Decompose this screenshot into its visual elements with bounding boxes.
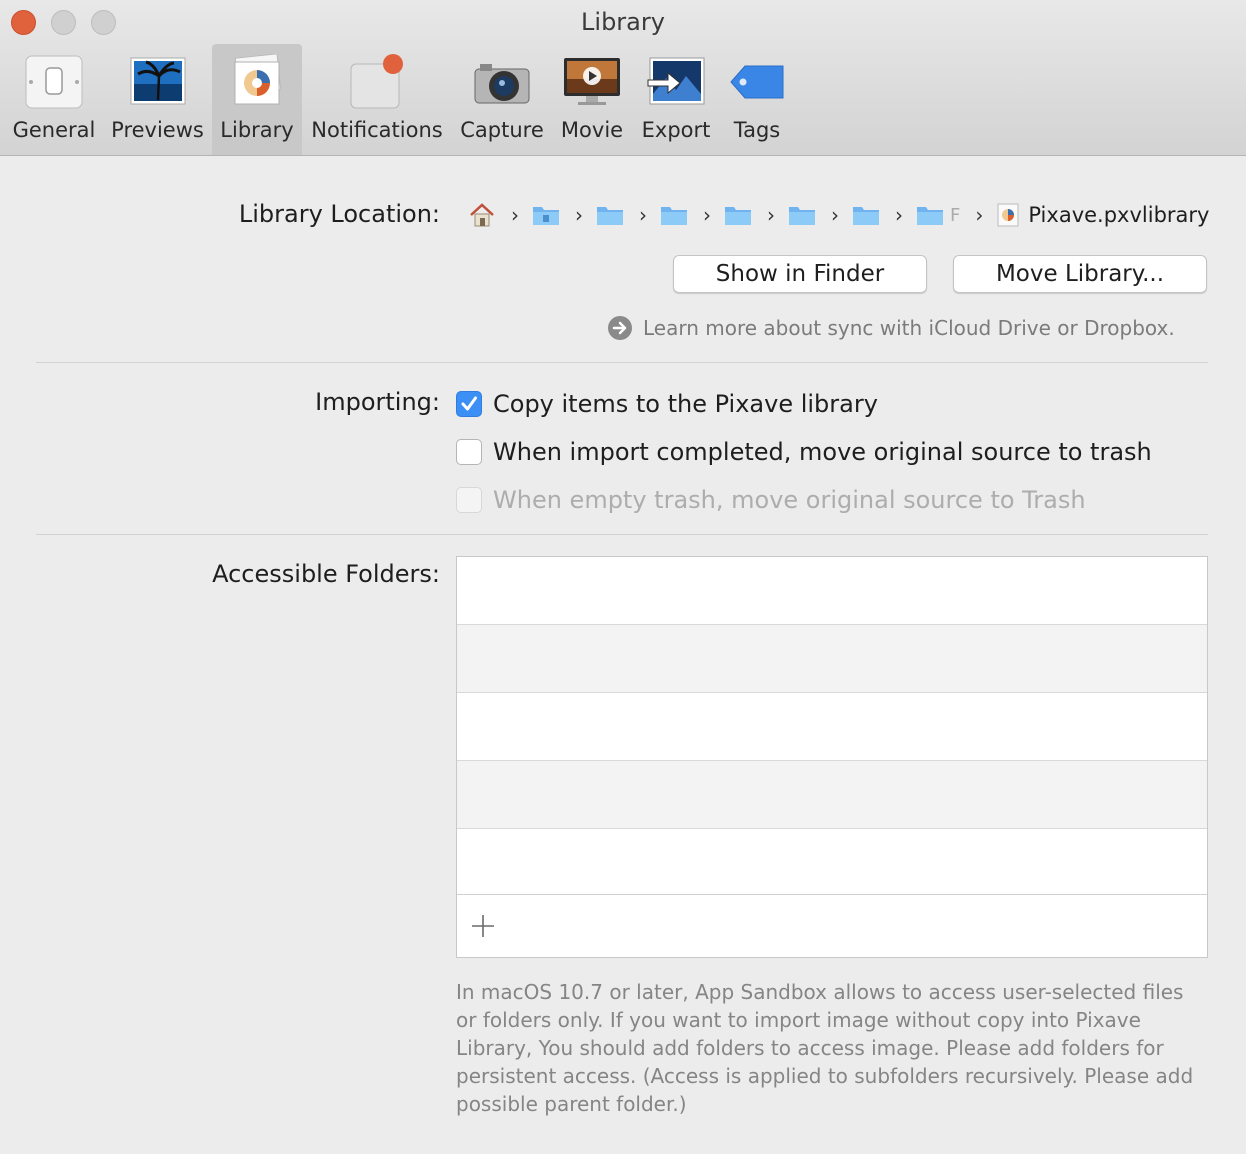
move-to-trash-option[interactable]: When import completed, move original sou… [456, 438, 1152, 466]
section-divider [36, 362, 1208, 363]
move-to-trash-checkbox[interactable] [456, 439, 482, 465]
list-footer [457, 894, 1207, 957]
folder-icon [917, 207, 943, 225]
chevron-right-icon: › [703, 203, 711, 227]
folder-icon [725, 207, 751, 225]
tab-notifications-label: Notifications [311, 118, 443, 142]
sandbox-note: In macOS 10.7 or later, App Sandbox allo… [456, 980, 1194, 1116]
empty-trash-option: When empty trash, move original source t… [456, 486, 1086, 514]
tag-icon [730, 65, 784, 99]
learn-more-link[interactable]: Learn more about sync with iCloud Drive … [607, 315, 1175, 341]
window-toolbar: Library General Previews Library Notific… [0, 0, 1246, 156]
folder-icon [661, 207, 687, 225]
export-image-icon [647, 57, 705, 105]
move-library-button[interactable]: Move Library... [953, 255, 1207, 293]
chevron-right-icon: › [975, 203, 984, 227]
tab-library-label: Library [220, 118, 294, 142]
tab-movie[interactable]: Movie [556, 44, 628, 155]
library-file-name: Pixave.pxvlibrary [1028, 203, 1210, 227]
tab-capture-label: Capture [460, 118, 544, 142]
list-row [457, 829, 1207, 897]
accessible-folders-list[interactable] [456, 556, 1208, 958]
switch-icon [25, 55, 83, 109]
folder-icon [853, 207, 879, 225]
copy-items-option[interactable]: Copy items to the Pixave library [456, 390, 878, 418]
library-path-control[interactable]: › › › › › › › F › Pixave.pxvlibrary [468, 200, 1209, 230]
copy-items-label: Copy items to the Pixave library [493, 390, 878, 418]
tab-tags-label: Tags [733, 118, 781, 142]
importing-label: Importing: [315, 388, 440, 416]
chevron-right-icon: › [767, 203, 775, 227]
package-icon [997, 203, 1019, 227]
empty-trash-checkbox [456, 487, 482, 513]
empty-trash-label: When empty trash, move original source t… [493, 486, 1086, 514]
window-title: Library [581, 8, 665, 36]
section-divider [36, 534, 1208, 535]
tab-export[interactable]: Export [636, 44, 716, 155]
chevron-right-icon: › [511, 203, 519, 227]
list-row [457, 693, 1207, 761]
list-row [457, 557, 1207, 625]
tab-previews-label: Previews [111, 118, 204, 142]
tab-notifications[interactable]: Notifications [308, 44, 446, 155]
home-icon [470, 203, 494, 227]
truncated-path-text: F [950, 204, 961, 226]
tab-library[interactable]: Library [212, 44, 302, 155]
list-row [457, 625, 1207, 693]
tab-movie-label: Movie [560, 118, 624, 142]
copy-items-checkbox[interactable] [456, 391, 482, 417]
chevron-right-icon: › [895, 203, 903, 227]
chevron-right-icon: › [831, 203, 839, 227]
learn-more-text: Learn more about sync with iCloud Drive … [643, 316, 1175, 340]
folder-icon [597, 207, 623, 225]
user-folder-icon [533, 207, 559, 225]
move-to-trash-label: When import completed, move original sou… [493, 438, 1152, 466]
tab-general[interactable]: General [8, 44, 100, 155]
movie-monitor-icon [564, 58, 620, 105]
list-row [457, 761, 1207, 829]
chevron-right-icon: › [639, 203, 647, 227]
tab-tags[interactable]: Tags [724, 44, 790, 155]
notification-badge-icon [350, 54, 403, 109]
tab-previews[interactable]: Previews [106, 44, 209, 155]
folder-icon [789, 207, 815, 225]
tab-capture[interactable]: Capture [456, 44, 548, 155]
checkmark-icon [461, 396, 477, 411]
plus-icon[interactable] [470, 913, 496, 939]
chevron-right-icon: › [575, 203, 583, 227]
accessible-folders-label: Accessible Folders: [212, 560, 440, 588]
camera-icon [474, 64, 530, 104]
photo-library-icon [234, 54, 282, 105]
show-in-finder-button[interactable]: Show in Finder [673, 255, 927, 293]
tab-general-label: General [12, 118, 96, 142]
arrow-right-circle-icon [608, 316, 632, 340]
photo-preview-icon [130, 57, 185, 105]
library-location-label: Library Location: [238, 200, 440, 228]
tab-export-label: Export [641, 118, 711, 142]
